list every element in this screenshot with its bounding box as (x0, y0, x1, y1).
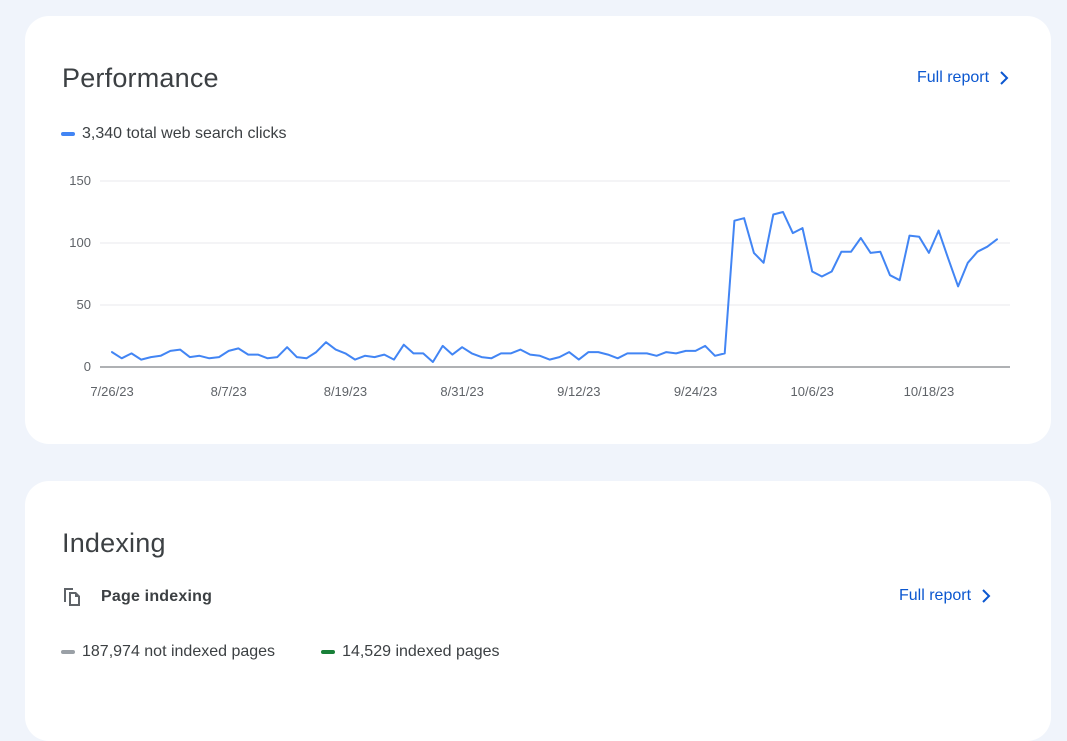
x-tick-label: 8/7/23 (211, 384, 247, 399)
indexing-card: Indexing Page indexing Full report 187,9… (25, 481, 1051, 741)
indexed-label: 14,529 indexed pages (342, 643, 500, 660)
page-indexing-row: Page indexing (61, 586, 212, 608)
y-tick-label: 100 (69, 235, 91, 250)
indexing-legends: 187,974 not indexed pages 14,529 indexed… (61, 643, 500, 661)
indexing-title: Indexing (62, 528, 166, 558)
clicks-legend: 3,340 total web search clicks (61, 125, 287, 143)
not-indexed-swatch (61, 650, 75, 654)
not-indexed-legend: 187,974 not indexed pages (61, 643, 275, 661)
performance-full-report-link[interactable]: Full report (917, 69, 1009, 87)
full-report-label: Full report (917, 69, 990, 86)
x-tick-label: 8/19/23 (324, 384, 367, 399)
x-tick-label: 10/18/23 (904, 384, 955, 399)
indexing-full-report-link[interactable]: Full report (899, 587, 991, 605)
y-tick-label: 50 (77, 297, 91, 312)
x-tick-label: 9/12/23 (557, 384, 600, 399)
copy-pages-icon (64, 588, 80, 606)
x-tick-label: 10/6/23 (791, 384, 834, 399)
indexed-swatch (321, 650, 336, 654)
clicks-series-line (111, 211, 998, 363)
performance-chart: 0 50 100 150 7/26/23 8/7/23 8/19/23 8/31/23 9/12… (69, 173, 1010, 399)
chevron-right-icon (1000, 71, 1009, 85)
x-tick-label: 9/24/23 (674, 384, 717, 399)
full-report-label: Full report (899, 587, 972, 604)
performance-card: Performance Full report 3,340 total web … (25, 16, 1051, 444)
chevron-right-icon (982, 589, 991, 603)
x-tick-label: 7/26/23 (90, 384, 133, 399)
clicks-legend-swatch (61, 132, 75, 136)
page-indexing-label: Page indexing (101, 588, 213, 605)
performance-title: Performance (62, 63, 219, 93)
y-tick-label: 0 (84, 359, 91, 374)
not-indexed-label: 187,974 not indexed pages (82, 643, 276, 660)
x-tick-label: 8/31/23 (440, 384, 483, 399)
y-tick-label: 150 (69, 173, 91, 188)
indexed-legend: 14,529 indexed pages (321, 643, 500, 661)
clicks-legend-label: 3,340 total web search clicks (82, 125, 287, 142)
